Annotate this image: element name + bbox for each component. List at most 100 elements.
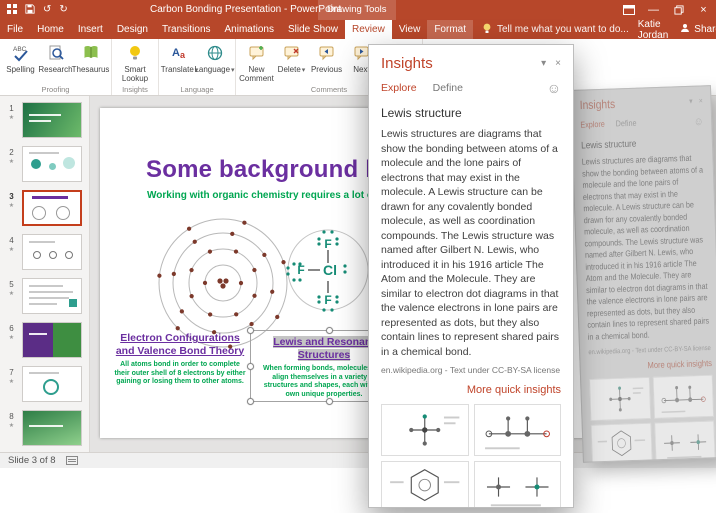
insight-result-heading: Lewis structure bbox=[381, 106, 561, 120]
pane-close-icon[interactable]: × bbox=[699, 97, 703, 106]
insights-pane-header: Insights ▾ × bbox=[381, 55, 561, 72]
chevron-down-icon: ▾ bbox=[231, 67, 235, 74]
tab-insert[interactable]: Insert bbox=[71, 20, 110, 39]
insight-result-heading: Lewis structure bbox=[581, 135, 704, 151]
new-comment-button[interactable]: New Comment bbox=[239, 41, 274, 83]
selection-handle[interactable] bbox=[326, 398, 333, 405]
ribbon: ABC Spelling Research The bbox=[0, 39, 716, 96]
insights-pane: Insights ▾ × Explore Define ☺ Lewis stru… bbox=[368, 44, 574, 508]
svg-text:Cl: Cl bbox=[323, 262, 337, 278]
insights-pane-body: Insights ▾ × Explore Define ☺ Lewis stru… bbox=[369, 45, 573, 507]
feedback-smiley-icon[interactable]: ☺ bbox=[694, 115, 704, 127]
tell-me-search[interactable]: Tell me what you want to do... bbox=[473, 20, 638, 39]
insight-image-results bbox=[589, 375, 716, 462]
insight-image-results bbox=[381, 404, 561, 507]
slide-thumbnail-1[interactable]: 1★ bbox=[0, 100, 90, 140]
lewis-structure-image[interactable] bbox=[653, 375, 714, 419]
tab-explore[interactable]: Explore bbox=[580, 120, 605, 130]
svg-text:F: F bbox=[324, 293, 331, 307]
redo-icon[interactable]: ↻ bbox=[59, 5, 67, 15]
window-title: Carbon Bonding Presentation - PowerPoint bbox=[150, 0, 341, 20]
selection-handle[interactable] bbox=[247, 327, 254, 334]
pane-options-icon[interactable]: ▾ bbox=[689, 97, 693, 106]
smart-lookup-button[interactable]: Smart Lookup bbox=[115, 41, 155, 83]
context-tab-group-label: Drawing Tools bbox=[318, 0, 396, 20]
screenshot-root: ↺ ↻ Carbon Bonding Presentation - PowerP… bbox=[0, 0, 716, 513]
lewis-structure-image[interactable] bbox=[381, 461, 469, 507]
quick-access-toolbar: ↺ ↻ bbox=[7, 4, 68, 17]
tab-define[interactable]: Define bbox=[433, 82, 463, 94]
pane-close-icon[interactable]: × bbox=[555, 58, 561, 69]
thesaurus-button[interactable]: Thesaurus bbox=[73, 41, 108, 74]
minimize-icon[interactable]: — bbox=[641, 0, 666, 20]
selection-handle[interactable] bbox=[326, 327, 333, 334]
previous-comment-button[interactable]: Previous bbox=[309, 41, 344, 74]
slide-title-text[interactable]: Some background kn bbox=[146, 156, 394, 184]
language-button[interactable]: Language▾ bbox=[197, 41, 232, 75]
share-button[interactable]: Share bbox=[680, 23, 716, 36]
restore-icon[interactable] bbox=[666, 0, 691, 20]
selection-handle[interactable] bbox=[247, 363, 254, 370]
notes-icon[interactable] bbox=[66, 456, 78, 465]
more-quick-insights-link[interactable]: More quick insights bbox=[589, 359, 712, 373]
feedback-smiley-icon[interactable]: ☺ bbox=[547, 81, 561, 95]
svg-text:ABC: ABC bbox=[13, 46, 27, 53]
slide-thumbnail-2[interactable]: 2★ bbox=[0, 144, 90, 184]
ribbon-tab-row: File Home Insert Design Transitions Anim… bbox=[0, 20, 716, 39]
tab-define[interactable]: Define bbox=[616, 118, 637, 128]
spelling-button[interactable]: ABC Spelling bbox=[3, 41, 38, 74]
slide-thumbnail-8[interactable]: 8★ bbox=[0, 408, 90, 448]
tab-design[interactable]: Design bbox=[110, 20, 155, 39]
lewis-structure-image[interactable] bbox=[474, 404, 562, 456]
insight-result-body: Lewis structures are diagrams that show … bbox=[582, 152, 712, 343]
slide-thumbnail-6[interactable]: 6★ bbox=[0, 320, 90, 360]
tab-animations[interactable]: Animations bbox=[218, 20, 281, 39]
delete-comment-button[interactable]: Delete▾ bbox=[274, 41, 309, 75]
tab-view[interactable]: View bbox=[392, 20, 428, 39]
slide-thumbnail-5[interactable]: 5★ bbox=[0, 276, 90, 316]
tab-slide-show[interactable]: Slide Show bbox=[281, 20, 345, 39]
left-text-box[interactable]: Electron Configurations and Valence Bond… bbox=[114, 332, 246, 387]
slide-subtitle-text[interactable]: Working with organic chemistry requires … bbox=[147, 190, 396, 201]
research-icon bbox=[47, 43, 65, 63]
svg-text:a: a bbox=[180, 50, 186, 60]
insights-pane-header: Insights ▾ × bbox=[580, 94, 704, 112]
more-quick-insights-link[interactable]: More quick insights bbox=[381, 384, 561, 396]
lewis-structure-image[interactable] bbox=[654, 421, 715, 463]
thesaurus-icon bbox=[82, 43, 100, 63]
undo-icon[interactable]: ↺ bbox=[43, 5, 51, 15]
tab-explore[interactable]: Explore bbox=[381, 82, 417, 94]
transition-star-icon: ★ bbox=[5, 246, 18, 253]
lewis-structure-image[interactable] bbox=[474, 461, 562, 507]
slide-thumbnail-4[interactable]: 4★ bbox=[0, 232, 90, 272]
lewis-structure-image[interactable] bbox=[589, 377, 650, 421]
tab-home[interactable]: Home bbox=[30, 20, 71, 39]
insight-source: en.wikipedia.org - Text under CC-BY-SA l… bbox=[588, 344, 711, 356]
insights-pane-ghost: Insights ▾ × Explore Define ☺ Lewis stru… bbox=[570, 85, 716, 463]
research-button[interactable]: Research bbox=[38, 41, 73, 74]
lewis-structure-image[interactable] bbox=[381, 404, 469, 456]
tab-format[interactable]: Format bbox=[427, 20, 473, 39]
slide-thumbnail-3[interactable]: 3★ bbox=[0, 188, 90, 228]
slide-thumbnail-7[interactable]: 7★ bbox=[0, 364, 90, 404]
transition-star-icon: ★ bbox=[5, 334, 18, 341]
delete-comment-icon bbox=[283, 43, 301, 63]
insight-source: en.wikipedia.org - Text under CC-BY-SA l… bbox=[381, 365, 561, 375]
svg-text:A: A bbox=[172, 47, 180, 59]
close-icon[interactable]: × bbox=[691, 0, 716, 20]
save-icon[interactable] bbox=[25, 4, 35, 17]
tab-file[interactable]: File bbox=[0, 20, 30, 39]
tab-transitions[interactable]: Transitions bbox=[155, 20, 218, 39]
ribbon-display-options-icon[interactable] bbox=[616, 0, 641, 20]
tab-review[interactable]: Review bbox=[345, 20, 392, 39]
selection-handle[interactable] bbox=[247, 398, 254, 405]
translate-button[interactable]: Aa Translate▾ bbox=[162, 41, 197, 75]
transition-star-icon: ★ bbox=[5, 114, 18, 121]
spelling-icon: ABC bbox=[12, 43, 30, 63]
insights-pane-title: Insights bbox=[580, 97, 616, 112]
translate-icon: Aa bbox=[171, 43, 189, 63]
user-name[interactable]: Katie Jordan bbox=[638, 19, 669, 41]
lewis-structure-image[interactable] bbox=[591, 423, 652, 462]
pane-options-icon[interactable]: ▾ bbox=[541, 58, 546, 69]
transition-star-icon: ★ bbox=[5, 290, 18, 297]
